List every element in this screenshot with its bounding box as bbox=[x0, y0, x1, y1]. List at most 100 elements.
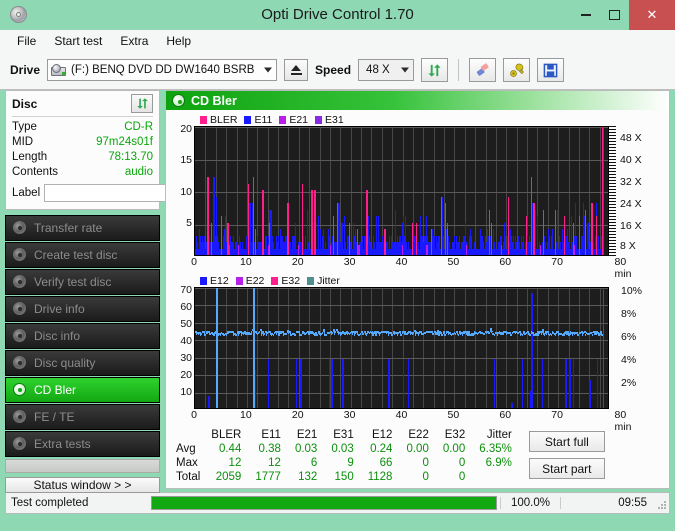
status-bar: Test completed 100.0% 09:55 bbox=[5, 492, 670, 514]
disc-key: MID bbox=[12, 136, 34, 148]
y-tick: 30 bbox=[180, 352, 192, 364]
menu-item-start-test[interactable]: Start test bbox=[45, 32, 111, 50]
stats-col-e11: E11 bbox=[261, 428, 281, 441]
refresh-icon bbox=[428, 63, 441, 77]
x-tick: 10 bbox=[240, 256, 252, 268]
sidebar-item-label: Create test disc bbox=[34, 248, 118, 262]
sidebar-item-cd-bler[interactable]: CD Bler bbox=[5, 377, 160, 403]
stats-cell: 0 bbox=[458, 471, 466, 483]
stats-col-e12: E12 bbox=[371, 428, 393, 441]
stats-header-row: BLER E11 E21 E31 E12 E22 E32 Jitter bbox=[172, 427, 519, 442]
stats-section: BLER E11 E21 E31 E12 E22 E32 Jitter Avg … bbox=[168, 423, 667, 484]
x-tick: 40 bbox=[395, 256, 408, 268]
menu-item-help[interactable]: Help bbox=[157, 32, 200, 50]
disc-icon bbox=[13, 221, 27, 235]
x-tick: 80 min bbox=[614, 409, 632, 433]
menu-item-extra[interactable]: Extra bbox=[111, 32, 157, 50]
stats-row-label: Max bbox=[176, 457, 198, 469]
y2-tick: 10% bbox=[621, 285, 643, 297]
legend-label: E22 bbox=[245, 274, 265, 287]
minimize-button[interactable] bbox=[571, 0, 600, 30]
legend-swatch bbox=[279, 115, 287, 124]
status-window-button[interactable]: Status window > > bbox=[5, 477, 160, 493]
legend-label: E21 bbox=[289, 113, 309, 126]
start-full-button[interactable]: Start full bbox=[528, 431, 605, 452]
status-message: Test completed bbox=[11, 497, 89, 509]
disc-row-contents: Contents audio bbox=[12, 165, 153, 180]
eraser-icon bbox=[476, 62, 489, 76]
refresh-button[interactable] bbox=[421, 58, 449, 82]
chart-e12-legend: E12 E22 E32 Jitter bbox=[200, 274, 667, 287]
disc-icon bbox=[13, 275, 27, 289]
stats-cell: 0 bbox=[458, 457, 466, 469]
y-tick: 50 bbox=[180, 318, 192, 330]
sidebar-item-disc-quality[interactable]: Disc quality bbox=[5, 350, 160, 376]
tools-icon bbox=[509, 63, 524, 77]
maximize-button[interactable] bbox=[600, 0, 629, 30]
chart-e12-yaxis: 70 60 50 40 30 20 10 bbox=[168, 284, 194, 409]
save-button[interactable] bbox=[537, 58, 565, 82]
chevron-down-icon bbox=[401, 67, 410, 73]
stats-cell: 0.03 bbox=[294, 443, 318, 455]
disc-icon bbox=[13, 356, 27, 370]
sidebar-item-label: Extra tests bbox=[34, 437, 91, 451]
y-tick: 20 bbox=[180, 369, 192, 381]
stats-col-e32: E32 bbox=[444, 428, 466, 441]
toolbar: Drive (F:) BENQ DVD DD DW1640 BSRB Speed… bbox=[0, 51, 675, 90]
erase-button[interactable] bbox=[469, 58, 497, 82]
eject-button[interactable] bbox=[284, 59, 309, 81]
x-tick: 60 bbox=[499, 256, 512, 268]
legend-swatch bbox=[315, 115, 323, 124]
drive-icon bbox=[51, 63, 67, 77]
x-tick: 0 bbox=[191, 256, 197, 268]
legend-item-e21: E21 bbox=[279, 114, 308, 126]
test-nav-list: Transfer rate Create test disc Verify te… bbox=[5, 215, 160, 473]
disc-row-type: Type CD-R bbox=[12, 120, 153, 135]
speed-select[interactable]: 48 X bbox=[358, 59, 415, 81]
chevron-down-icon bbox=[264, 67, 273, 73]
action-buttons: Start full Start part bbox=[528, 427, 605, 484]
y2-tick: 40 X bbox=[620, 154, 642, 166]
tools-button[interactable] bbox=[503, 58, 531, 82]
stats-row-label: Total bbox=[176, 471, 201, 483]
resize-grip-icon[interactable] bbox=[655, 493, 669, 513]
disc-refresh-button[interactable] bbox=[131, 94, 153, 113]
legend-label: E32 bbox=[281, 274, 301, 287]
legend-swatch bbox=[271, 276, 279, 285]
stats-col-e31: E31 bbox=[333, 428, 354, 441]
stats-cell: 0.00 bbox=[442, 443, 466, 455]
start-part-button[interactable]: Start part bbox=[528, 458, 605, 479]
disc-value: audio bbox=[124, 166, 153, 178]
sidebar-item-extra-tests[interactable]: Extra tests bbox=[5, 431, 160, 457]
y2-tick: 16 X bbox=[620, 220, 642, 232]
y-tick: 5 bbox=[186, 217, 192, 229]
legend-item-jitter: Jitter bbox=[307, 275, 340, 287]
sidebar-item-fe-te[interactable]: FE / TE bbox=[5, 404, 160, 430]
sidebar-item-create-test-disc[interactable]: Create test disc bbox=[5, 242, 160, 268]
menu-item-file[interactable]: File bbox=[8, 32, 45, 50]
application-window: Opti Drive Control 1.70 ✕ File Start tes… bbox=[0, 0, 675, 531]
sidebar-item-disc-info[interactable]: Disc info bbox=[5, 323, 160, 349]
y2-tick: 24 X bbox=[620, 198, 642, 210]
legend-swatch bbox=[200, 115, 207, 124]
sidebar-item-verify-test-disc[interactable]: Verify test disc bbox=[5, 269, 160, 295]
drive-select[interactable]: (F:) BENQ DVD DD DW1640 BSRB bbox=[47, 59, 278, 81]
x-tick: 70 bbox=[551, 256, 563, 268]
sidebar-item-transfer-rate[interactable]: Transfer rate bbox=[5, 215, 160, 241]
stats-cell: 66 bbox=[379, 457, 393, 469]
disc-label-key: Label bbox=[12, 187, 41, 199]
stats-cell: 12 bbox=[268, 457, 281, 469]
sidebar-item-drive-info[interactable]: Drive info bbox=[5, 296, 160, 322]
stats-cell: 0 bbox=[422, 471, 429, 483]
chart-bler-plot-area: 20 15 10 5 48 X 40 X 32 X 24 X 16 X 8 X bbox=[168, 123, 667, 256]
stats-col-jitter: Jitter bbox=[486, 428, 512, 441]
close-button[interactable]: ✕ bbox=[629, 0, 675, 30]
legend-swatch bbox=[235, 276, 243, 285]
chart-e12-xaxis: 0 10 20 30 40 50 60 70 80 min bbox=[191, 409, 631, 433]
disc-key: Contents bbox=[12, 166, 59, 178]
y-tick: 70 bbox=[180, 284, 192, 296]
toolbar-separator bbox=[458, 59, 460, 81]
chart-bler-tickstrip bbox=[609, 126, 616, 256]
drive-select-value: (F:) BENQ DVD DD DW1640 BSRB bbox=[71, 64, 255, 76]
stats-row-label: Avg bbox=[176, 443, 196, 455]
